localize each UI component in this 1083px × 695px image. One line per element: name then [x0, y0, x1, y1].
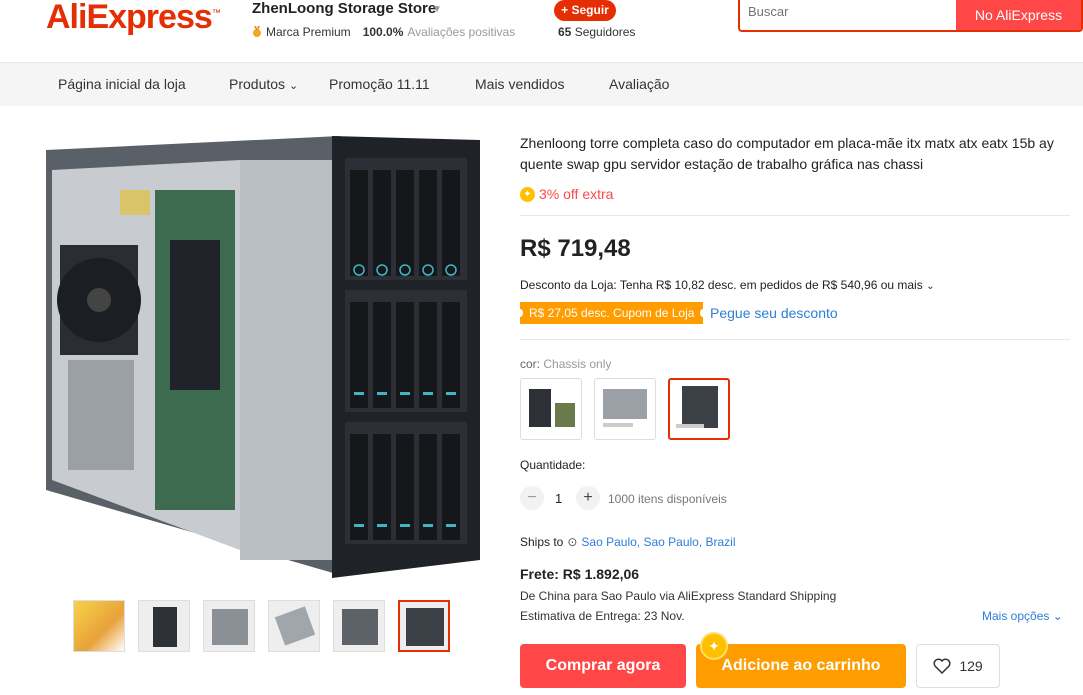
- chevron-down-icon: ⌄: [1052, 609, 1063, 623]
- aliexpress-logo[interactable]: AliExpress™: [46, 0, 221, 37]
- medal-icon: [253, 26, 261, 37]
- variant-option-chassis-only[interactable]: [668, 378, 730, 440]
- nav-promotion[interactable]: Promoção 11.11: [329, 76, 430, 92]
- thumbnail-6[interactable]: [398, 600, 450, 652]
- buy-now-button[interactable]: Comprar agora: [520, 644, 686, 688]
- store-coupon-tag[interactable]: R$ 27,05 desc. Cupom de Loja: [516, 302, 707, 324]
- chevron-down-icon: ⌄: [926, 281, 935, 292]
- ships-to: Ships to ⊙ Sao Paulo, Sao Paulo, Brazil: [520, 535, 736, 549]
- quantity-label: Quantidade:: [520, 458, 586, 472]
- quantity-increase-button[interactable]: +: [576, 486, 600, 510]
- product-title: Zhenloong torre completa caso do computa…: [520, 135, 1054, 172]
- more-options-link[interactable]: Mais opções ⌄: [982, 609, 1063, 623]
- follow-button[interactable]: + Seguir: [554, 0, 616, 21]
- variant-option-1[interactable]: [520, 378, 582, 440]
- store-discount[interactable]: Desconto da Loja: Tenha R$ 10,82 desc. e…: [520, 278, 934, 292]
- quantity-available: 1000 itens disponíveis: [608, 492, 727, 506]
- extra-off-badge: ✦ 3% off extra: [520, 186, 613, 202]
- delivery-estimate: Estimativa de Entrega: 23 Nov.: [520, 609, 685, 623]
- divider: [520, 339, 1070, 340]
- store-nav: Página inicial da loja Produtos ⌄ Promoç…: [0, 62, 1083, 106]
- search-input[interactable]: [748, 4, 948, 19]
- ships-to-location-link[interactable]: Sao Paulo, Sao Paulo, Brazil: [581, 535, 735, 549]
- quantity-decrease-button[interactable]: −: [520, 486, 544, 510]
- bonus-coin-icon: ✦: [700, 632, 728, 660]
- wishlist-count: 129: [959, 658, 983, 674]
- nav-best-sellers[interactable]: Mais vendidos: [475, 76, 565, 92]
- wishlist-button[interactable]: 129: [916, 644, 1000, 688]
- quantity-value[interactable]: 1: [555, 491, 562, 506]
- nav-reviews[interactable]: Avaliação: [609, 76, 669, 92]
- chevron-down-icon[interactable]: ▼: [432, 4, 442, 15]
- thumbnail-3[interactable]: [203, 600, 255, 652]
- positive-rate: 100.0%: [362, 25, 404, 39]
- followers-count: 65 Seguidores: [558, 25, 636, 39]
- color-label: cor: Chassis only: [520, 357, 612, 371]
- thumbnail-4[interactable]: [268, 600, 320, 652]
- chevron-down-icon: ⌄: [288, 80, 299, 92]
- nav-products[interactable]: Produtos ⌄: [229, 76, 298, 92]
- thumbnail-1[interactable]: [73, 600, 125, 652]
- search-box: No AliExpress: [738, 0, 1083, 32]
- positive-label: Avaliações positivas: [407, 25, 516, 39]
- get-coupon-link[interactable]: Pegue seu desconto: [710, 305, 838, 321]
- nav-store-home[interactable]: Página inicial da loja: [58, 76, 186, 92]
- shipping-detail: De China para Sao Paulo via AliExpress S…: [520, 589, 837, 603]
- search-button[interactable]: No AliExpress: [956, 0, 1081, 30]
- divider: [520, 215, 1070, 216]
- product-main-image[interactable]: [40, 130, 480, 585]
- thumbnail-2[interactable]: [138, 600, 190, 652]
- store-meta: Marca Premium 100.0% Avaliações positiva…: [252, 25, 515, 39]
- location-pin-icon: ⊙: [567, 535, 578, 549]
- coin-icon: ✦: [520, 186, 535, 202]
- add-to-cart-button[interactable]: Adicione ao carrinho: [696, 644, 906, 688]
- brand-badge: Marca Premium: [266, 25, 351, 39]
- store-name-link[interactable]: ZhenLoong Storage Store: [252, 0, 436, 17]
- heart-icon: [933, 658, 951, 674]
- variant-option-2[interactable]: [594, 378, 656, 440]
- thumbnail-5[interactable]: [333, 600, 385, 652]
- product-price: R$ 719,48: [520, 235, 631, 262]
- freight-price: Frete: R$ 1.892,06: [520, 566, 640, 582]
